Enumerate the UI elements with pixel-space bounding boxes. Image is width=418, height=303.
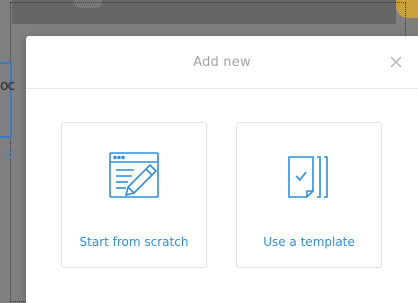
background-text: oc [0, 78, 15, 94]
background-selected-frame [0, 62, 12, 138]
add-new-modal: Add new Start from scratch Use a templat… [26, 36, 418, 303]
close-button[interactable] [386, 52, 406, 72]
background-radio [6, 150, 14, 158]
template-documents-icon [237, 149, 381, 209]
close-icon [390, 56, 402, 68]
edit-document-icon [62, 149, 206, 209]
start-from-scratch-label: Start from scratch [79, 235, 189, 249]
modal-header: Add new [26, 36, 418, 89]
start-from-scratch-button[interactable]: Start from scratch [61, 122, 207, 268]
use-a-template-label: Use a template [263, 235, 355, 249]
use-a-template-button[interactable]: Use a template [236, 122, 382, 268]
modal-title: Add new [193, 54, 251, 70]
